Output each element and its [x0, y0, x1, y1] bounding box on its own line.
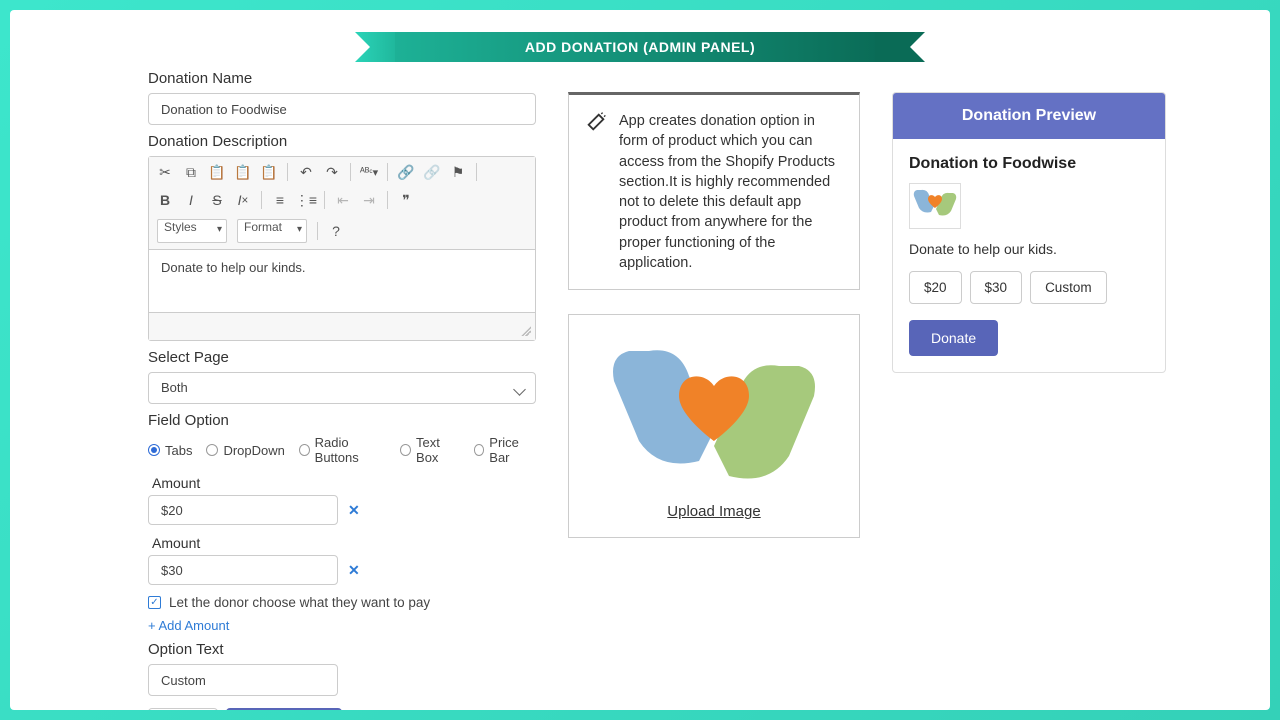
select-page-label: Select Page: [148, 349, 536, 366]
radio-textbox[interactable]: Text Box: [400, 435, 459, 465]
numbered-list-icon[interactable]: ≡: [272, 192, 288, 208]
remove-amount-2[interactable]: ✕: [348, 562, 360, 579]
select-page-dropdown[interactable]: Both: [148, 372, 536, 404]
outdent-icon[interactable]: ⇤: [335, 192, 351, 208]
help-icon[interactable]: ?: [328, 223, 344, 239]
bullet-list-icon[interactable]: ⋮≡: [298, 192, 314, 208]
paste-word-icon[interactable]: 📋: [261, 164, 277, 180]
undo-icon[interactable]: ↶: [298, 164, 314, 180]
editor-resize-handle[interactable]: [149, 312, 535, 340]
info-text: App creates donation option in form of p…: [619, 111, 843, 273]
custom-amount-checkbox[interactable]: ✓: [148, 596, 161, 609]
preview-card: Donation Preview Donation to Foodwise Do…: [892, 92, 1166, 373]
radio-pricebar[interactable]: Price Bar: [474, 435, 536, 465]
preview-image: [909, 183, 961, 229]
magic-wand-icon: [585, 111, 607, 273]
field-option-group: Tabs DropDown Radio Buttons Text Box Pri…: [148, 435, 536, 465]
cut-icon[interactable]: ✂: [157, 164, 173, 180]
field-option-label: Field Option: [148, 412, 536, 429]
preview-header: Donation Preview: [893, 93, 1165, 139]
info-card: App creates donation option in form of p…: [568, 92, 860, 290]
cancel-button[interactable]: Cancle: [148, 708, 218, 710]
strike-icon[interactable]: S: [209, 192, 225, 208]
radio-tabs[interactable]: Tabs: [148, 443, 192, 458]
amount-input-1[interactable]: [148, 495, 338, 525]
unlink-icon[interactable]: 🔗: [424, 164, 440, 180]
spellcheck-icon[interactable]: ᴬᴮᶜ▾: [361, 164, 377, 180]
format-select[interactable]: Format: [237, 219, 307, 243]
paste-icon[interactable]: 📋: [209, 164, 225, 180]
paste-text-icon[interactable]: 📋: [235, 164, 251, 180]
option-text-label: Option Text: [148, 641, 536, 658]
donation-name-input[interactable]: [148, 93, 536, 125]
copy-icon[interactable]: ⧉: [183, 164, 199, 180]
preview-tab-20[interactable]: $20: [909, 271, 962, 304]
donation-desc-label: Donation Description: [148, 133, 536, 150]
hands-heart-icon: [599, 331, 829, 486]
page-title: ADD DONATION (ADMIN PANEL): [395, 32, 885, 62]
amount-label-1: Amount: [152, 475, 536, 491]
upload-card: Upload Image: [568, 314, 860, 538]
styles-select[interactable]: Styles: [157, 219, 227, 243]
indent-icon[interactable]: ⇥: [361, 192, 377, 208]
preview-desc: Donate to help our kids.: [909, 241, 1149, 257]
preview-tab-30[interactable]: $30: [970, 271, 1023, 304]
rich-text-editor: ✂ ⧉ 📋 📋 📋 ↶ ↷ ᴬᴮᶜ▾ 🔗 🔗 ⚑ B: [148, 156, 536, 341]
radio-buttons[interactable]: Radio Buttons: [299, 435, 386, 465]
bold-icon[interactable]: B: [157, 192, 173, 208]
anchor-icon[interactable]: ⚑: [450, 164, 466, 180]
add-amount-link[interactable]: + Add Amount: [148, 618, 229, 633]
donation-name-label: Donation Name: [148, 70, 536, 87]
save-button[interactable]: Save Donation: [226, 708, 341, 710]
link-icon[interactable]: 🔗: [398, 164, 414, 180]
amount-input-2[interactable]: [148, 555, 338, 585]
remove-format-icon[interactable]: I×: [235, 192, 251, 208]
editor-textarea[interactable]: Donate to help our kinds.: [149, 250, 535, 312]
upload-image-link[interactable]: Upload Image: [667, 503, 760, 520]
donate-button[interactable]: Donate: [909, 320, 998, 356]
blockquote-icon[interactable]: ❞: [398, 192, 414, 208]
italic-icon[interactable]: I: [183, 192, 199, 208]
radio-dropdown[interactable]: DropDown: [206, 443, 284, 458]
preview-tab-custom[interactable]: Custom: [1030, 271, 1107, 304]
redo-icon[interactable]: ↷: [324, 164, 340, 180]
page-ribbon: ADD DONATION (ADMIN PANEL): [355, 32, 925, 62]
preview-title: Donation to Foodwise: [909, 155, 1149, 173]
remove-amount-1[interactable]: ✕: [348, 502, 360, 519]
custom-amount-label: Let the donor choose what they want to p…: [169, 595, 430, 610]
option-text-input[interactable]: [148, 664, 338, 696]
amount-label-2: Amount: [152, 535, 536, 551]
